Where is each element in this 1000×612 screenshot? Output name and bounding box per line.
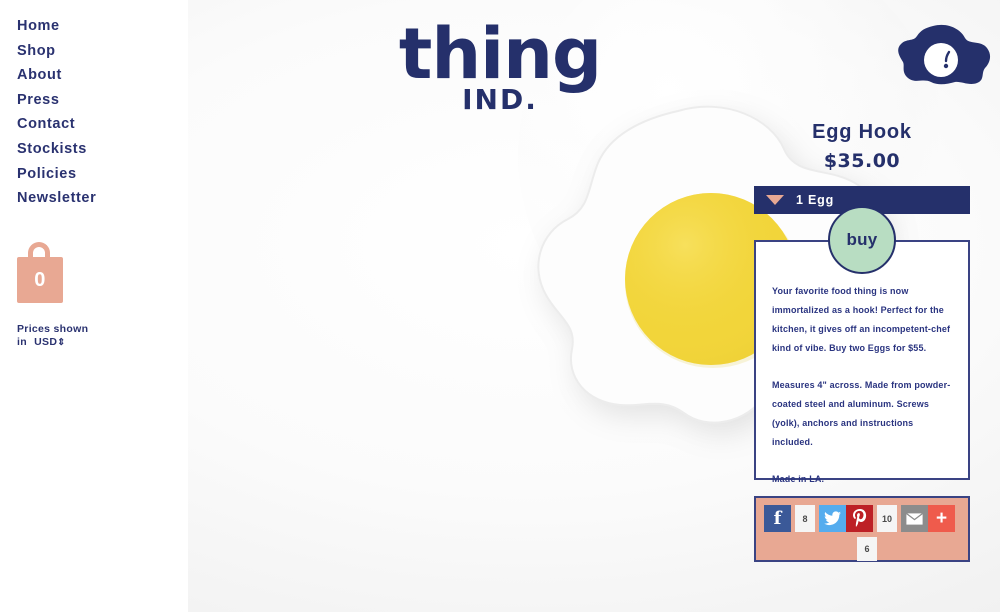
currency-selector-arrows-icon[interactable]: ⇕ — [57, 337, 65, 348]
buy-button-label: buy — [846, 230, 878, 249]
facebook-icon[interactable]: f — [764, 505, 791, 532]
sidebar-item-newsletter[interactable]: Newsletter — [17, 186, 188, 211]
plus-icon[interactable]: + — [928, 505, 955, 532]
page-title: Egg Hook — [812, 121, 912, 143]
plus-glyph: + — [935, 508, 948, 529]
sidebar-item-about[interactable]: About — [17, 63, 188, 88]
product-price: $35.00 — [823, 150, 901, 172]
facebook-share-count[interactable]: 8 — [795, 505, 815, 532]
sidebar-item-policies[interactable]: Policies — [17, 162, 188, 187]
currency-value[interactable]: USD — [34, 336, 57, 348]
cart-bag-button[interactable]: 0 — [17, 237, 63, 303]
shopping-bag-icon — [28, 241, 50, 262]
social-share-bar: f 8 10 + 6 — [754, 496, 970, 562]
main-navigation: Home Shop About Press Contact Stockists … — [17, 14, 188, 211]
prices-shown-label: Prices shown — [17, 322, 89, 335]
triangle-down-icon — [766, 195, 784, 205]
facebook-f-glyph: f — [773, 507, 782, 529]
sidebar-item-home[interactable]: Home — [17, 14, 188, 39]
sidebar-item-shop[interactable]: Shop — [17, 39, 188, 64]
share-buttons-row: f 8 10 + — [764, 505, 960, 532]
twitter-icon[interactable] — [819, 505, 846, 532]
description-paragraph-1: Your favorite food thing is now immortal… — [772, 286, 951, 353]
cart-count: 0 — [34, 268, 46, 291]
sidebar-item-contact[interactable]: Contact — [17, 112, 188, 137]
sidebar-item-press[interactable]: Press — [17, 88, 188, 113]
buy-button[interactable]: buy — [828, 206, 896, 274]
pinterest-share-count[interactable]: 10 — [877, 505, 897, 532]
product-description-box: Your favorite food thing is now immortal… — [754, 240, 970, 484]
description-paragraph-3: Made in LA. — [772, 474, 825, 484]
email-icon[interactable] — [901, 505, 928, 532]
bag-body: 0 — [17, 256, 63, 303]
sidebar: Home Shop About Press Contact Stockists … — [0, 0, 188, 612]
description-paragraph-2: Measures 4" across. Made from powder-coa… — [772, 380, 951, 447]
product-page: Home Shop About Press Contact Stockists … — [0, 0, 1000, 612]
currency-note: Prices shown in USD⇕ — [17, 323, 127, 350]
product-details-panel: Egg Hook $35.00 1 Egg buy Your favorite … — [724, 0, 1000, 612]
sidebar-item-stockists[interactable]: Stockists — [17, 137, 188, 162]
fried-egg-blob-icon[interactable] — [897, 24, 993, 86]
description-zone: buy Your favorite food thing is now immo… — [744, 206, 980, 484]
pinterest-icon[interactable] — [846, 505, 873, 532]
total-share-count[interactable]: 6 — [857, 537, 877, 561]
prices-in-label: in — [17, 336, 27, 349]
variant-selected-label: 1 Egg — [796, 193, 835, 207]
